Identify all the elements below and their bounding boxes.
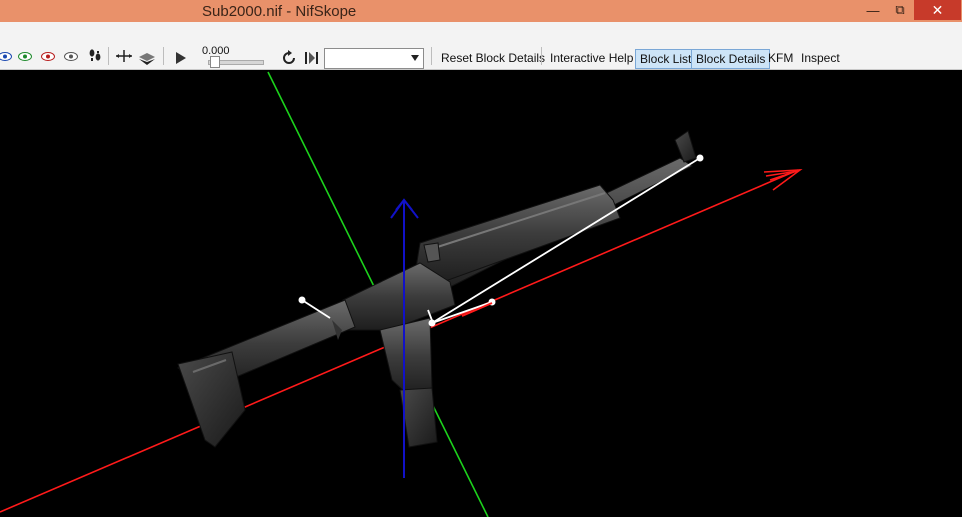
view-eye-green-icon[interactable] xyxy=(18,52,32,61)
3d-viewport[interactable] xyxy=(0,70,962,517)
toolbar-separator xyxy=(541,47,542,65)
toolbar-separator xyxy=(108,47,109,65)
move-axis-icon[interactable] xyxy=(115,49,133,63)
x-axis-highlight xyxy=(461,302,493,317)
scene-canvas[interactable] xyxy=(0,70,962,517)
play-icon[interactable] xyxy=(175,51,187,65)
reset-block-details-button[interactable]: Reset Block Details xyxy=(437,49,549,67)
restore-button[interactable]: ⧉ xyxy=(887,0,913,20)
animation-select[interactable] xyxy=(324,48,424,69)
inspect-button[interactable]: Inspect xyxy=(797,49,844,67)
toolbar-separator xyxy=(163,47,164,65)
x-axis-arrow-head xyxy=(763,169,803,191)
frame-step-icon[interactable] xyxy=(304,51,320,65)
toolbar-separator xyxy=(431,47,432,65)
time-slider-handle[interactable] xyxy=(210,56,220,68)
rifle-model xyxy=(176,130,697,448)
view-eye-blue-icon[interactable] xyxy=(0,52,12,61)
minimize-button[interactable]: — xyxy=(860,0,886,20)
footprints-icon[interactable] xyxy=(88,48,102,64)
interactive-help-button[interactable]: Interactive Help xyxy=(546,49,637,67)
block-list-toggle[interactable]: Block List xyxy=(635,49,697,69)
restore-icon: ⧉ xyxy=(895,2,905,17)
dropdown-arrow-icon xyxy=(411,55,419,61)
window-title: Sub2000.nif - NifSkope xyxy=(202,3,357,20)
loop-icon[interactable] xyxy=(281,50,297,66)
close-icon: ✕ xyxy=(931,1,944,18)
view-eye-gray-icon[interactable] xyxy=(64,52,78,61)
minimize-icon: — xyxy=(866,2,880,18)
view-eye-red-icon[interactable] xyxy=(41,52,55,61)
title-bar: Sub2000.nif - NifSkope — ⧉ ✕ xyxy=(0,0,962,22)
toolbar: 0.000 Reset Block Details Interactive He… xyxy=(0,22,962,70)
close-button[interactable]: ✕ xyxy=(914,0,961,20)
kfm-button[interactable]: KFM xyxy=(764,49,797,67)
block-details-toggle[interactable]: Block Details xyxy=(691,49,771,69)
view-mode-icon[interactable] xyxy=(138,52,156,66)
